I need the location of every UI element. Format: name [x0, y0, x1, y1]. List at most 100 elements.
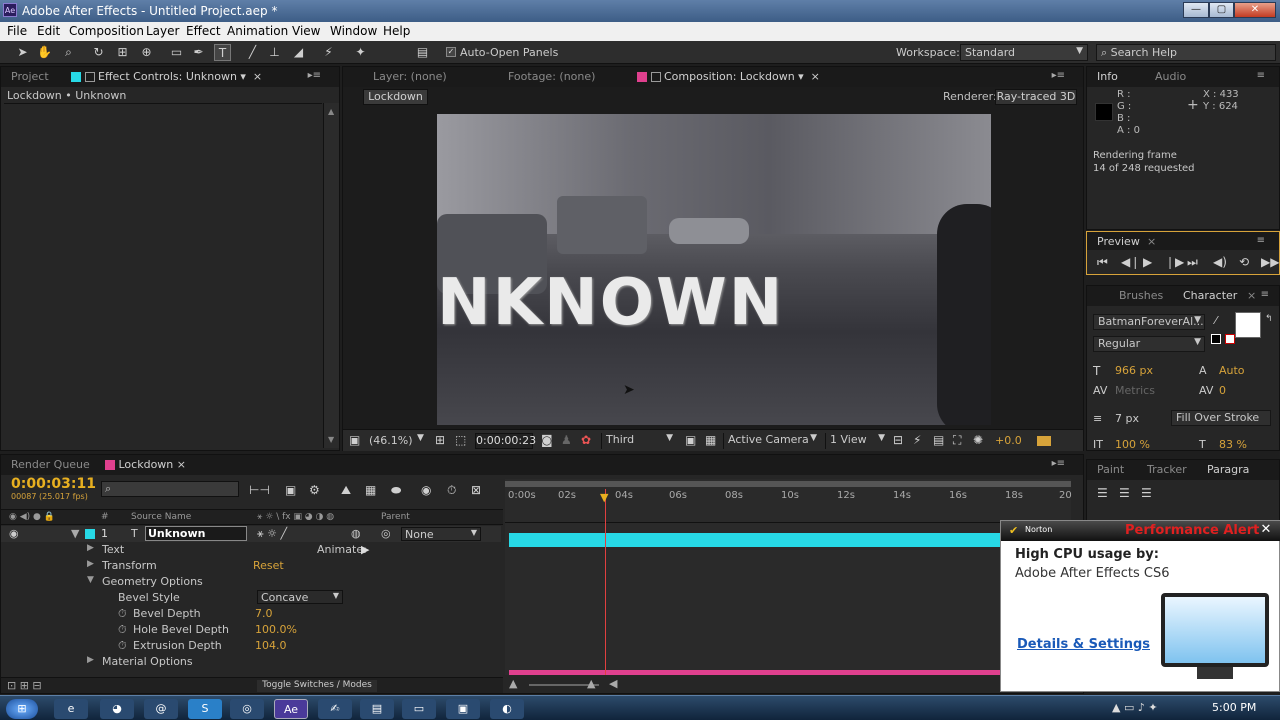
tab-info[interactable]: Info: [1097, 70, 1118, 83]
scroll-left-icon[interactable]: ◀: [609, 677, 617, 690]
kerning-value[interactable]: Metrics: [1115, 384, 1155, 397]
twirl-right-icon[interactable]: ▶: [87, 543, 94, 553]
search-help-field[interactable]: ⌕ Search Help: [1096, 44, 1276, 61]
property-row-hole-bevel[interactable]: ⏱ Hole Bevel Depth 100.0%: [1, 622, 501, 638]
layer-name-field[interactable]: Unknown: [145, 526, 247, 541]
menu-composition[interactable]: Composition: [69, 24, 144, 38]
tab-brushes[interactable]: Brushes: [1119, 289, 1163, 302]
renderer-button[interactable]: Ray-traced 3D: [995, 89, 1077, 105]
region-of-interest-icon[interactable]: ▣: [685, 433, 696, 447]
menu-file[interactable]: File: [7, 24, 27, 38]
chevron-down-icon[interactable]: ▼: [417, 433, 424, 443]
eraser-tool-icon[interactable]: ◢: [290, 44, 307, 61]
brainstorm-icon[interactable]: ⬬: [391, 483, 401, 498]
fill-color-swatch[interactable]: [1235, 312, 1261, 338]
layer-duration-bar[interactable]: [509, 533, 1005, 547]
exposure-value[interactable]: +0.0: [995, 434, 1022, 447]
twirl-right-icon[interactable]: ▶: [87, 655, 94, 665]
rectangle-tool-icon[interactable]: ▭: [168, 44, 185, 61]
property-row-extrusion[interactable]: ⏱ Extrusion Depth 104.0: [1, 638, 501, 654]
font-family-select[interactable]: BatmanForeverAl... ▼: [1093, 314, 1205, 330]
align-center-icon[interactable]: ☰: [1119, 486, 1130, 500]
panel-menu-icon[interactable]: ≡: [1257, 235, 1265, 246]
details-settings-link[interactable]: Details & Settings: [1017, 637, 1150, 652]
maximize-button[interactable]: ▢: [1209, 2, 1234, 18]
property-row-bevel-depth[interactable]: ⏱ Bevel Depth 7.0: [1, 606, 501, 622]
stroke-width-value[interactable]: 7 px: [1115, 412, 1139, 425]
zoom-in-icon[interactable]: ▲: [587, 677, 595, 690]
workspace-select[interactable]: Standard ▼: [960, 44, 1088, 61]
motion-blur-icon[interactable]: ▦: [365, 483, 376, 497]
camera-view-select[interactable]: Active Camera ▼: [723, 433, 819, 449]
comp-mini-flowchart-icon[interactable]: ⊢⊣: [249, 483, 270, 497]
tray-icons[interactable]: ▲ ▭ ♪ ✦: [1112, 701, 1158, 714]
property-row-geometry[interactable]: ▼ Geometry Options: [1, 574, 501, 590]
roto-brush-tool-icon[interactable]: ⚡: [320, 44, 337, 61]
menu-window[interactable]: Window: [330, 24, 377, 38]
first-frame-icon[interactable]: ⏮: [1097, 255, 1108, 270]
swap-colors-icon[interactable]: ↰: [1265, 314, 1273, 324]
menu-view[interactable]: View: [292, 24, 320, 38]
graph-editor-icon[interactable]: ◉: [421, 483, 431, 497]
property-value[interactable]: 100.0%: [255, 623, 297, 636]
tab-audio[interactable]: Audio: [1155, 70, 1186, 83]
no-color-swatch[interactable]: [1225, 334, 1235, 344]
menu-effect[interactable]: Effect: [186, 24, 221, 38]
auto-open-checkbox[interactable]: ✓: [446, 47, 456, 57]
tab-render-queue[interactable]: Render Queue: [11, 458, 90, 471]
internet-explorer-icon[interactable]: e: [54, 699, 88, 719]
close-button[interactable]: ✕: [1234, 2, 1276, 18]
fast-previews-icon[interactable]: ⚡: [913, 433, 921, 447]
horizontal-scale-value[interactable]: 83 %: [1219, 438, 1247, 451]
close-icon[interactable]: ×: [1247, 289, 1256, 302]
menu-animation[interactable]: Animation: [227, 24, 288, 38]
menu-help[interactable]: Help: [383, 24, 410, 38]
tab-lockdown-timeline[interactable]: Lockdown ×: [105, 458, 186, 471]
3d-layer-icon[interactable]: ◍: [351, 527, 361, 540]
zoom-value[interactable]: (46.1%): [369, 434, 413, 447]
ram-preview-icon[interactable]: ▶▶: [1261, 255, 1279, 269]
snapshot-camera-icon[interactable]: ◙: [541, 433, 553, 447]
animate-menu-icon[interactable]: ▶: [361, 543, 369, 556]
panel-menu-icon[interactable]: ▸≡: [1052, 70, 1065, 81]
playhead-icon[interactable]: ▼: [600, 491, 608, 504]
panel-menu-icon[interactable]: ▸≡: [308, 70, 321, 81]
timeline-icon[interactable]: ▤: [933, 433, 944, 447]
skype-icon[interactable]: S: [188, 699, 222, 719]
tab-layer[interactable]: Layer: (none): [373, 70, 447, 83]
layer-switches-icons[interactable]: ⚹ ☼ ╱: [257, 527, 287, 541]
browser-icon[interactable]: @: [144, 699, 178, 719]
align-right-icon[interactable]: ☰: [1141, 486, 1152, 500]
comp-navigator-button[interactable]: Lockdown: [363, 89, 428, 105]
layer-search-input[interactable]: ⌕: [101, 481, 239, 497]
scrollbar[interactable]: ▲ ▼: [323, 103, 339, 448]
stroke-type-select[interactable]: Fill Over Stroke: [1171, 410, 1271, 426]
property-value[interactable]: 7.0: [255, 607, 273, 620]
tracking-value[interactable]: 0: [1219, 384, 1226, 397]
transparency-grid-icon[interactable]: ▦: [705, 433, 716, 447]
align-left-icon[interactable]: ☰: [1097, 486, 1108, 500]
tab-composition[interactable]: Composition: Lockdown ▾ ×: [637, 70, 820, 83]
layer-duration-bar[interactable]: [509, 670, 1005, 675]
type-tool-icon[interactable]: T: [214, 44, 231, 61]
loop-icon[interactable]: ⟲: [1239, 255, 1249, 269]
last-frame-icon[interactable]: ⏭: [1187, 255, 1198, 270]
layer-color-swatch[interactable]: [85, 529, 95, 539]
parent-select[interactable]: None ▼: [401, 527, 481, 541]
tab-character[interactable]: Character: [1183, 289, 1237, 302]
pick-whip-icon[interactable]: ◎: [381, 527, 391, 540]
leading-value[interactable]: Auto: [1219, 364, 1245, 377]
tab-paragraph[interactable]: Paragra: [1207, 463, 1249, 476]
play-pause-icon[interactable]: ▶: [1143, 255, 1152, 269]
time-graph[interactable]: ▼: [505, 479, 1071, 675]
property-row-text[interactable]: ▶ Text Animate: ▶: [1, 542, 501, 558]
twirl-down-icon[interactable]: ▼: [71, 527, 79, 540]
stopwatch-icon[interactable]: ⏱: [118, 607, 127, 621]
after-effects-taskbar-icon[interactable]: Ae: [274, 699, 308, 719]
footer-icons[interactable]: ⊡ ⊞ ⊟: [7, 679, 42, 692]
notes-icon[interactable]: ▤: [360, 699, 394, 719]
pan-behind-tool-icon[interactable]: ⊕: [138, 44, 155, 61]
pen-tool-icon[interactable]: ✒: [190, 44, 207, 61]
bevel-style-select[interactable]: Concave ▼: [257, 590, 343, 604]
app-icon[interactable]: ◐: [490, 699, 524, 719]
